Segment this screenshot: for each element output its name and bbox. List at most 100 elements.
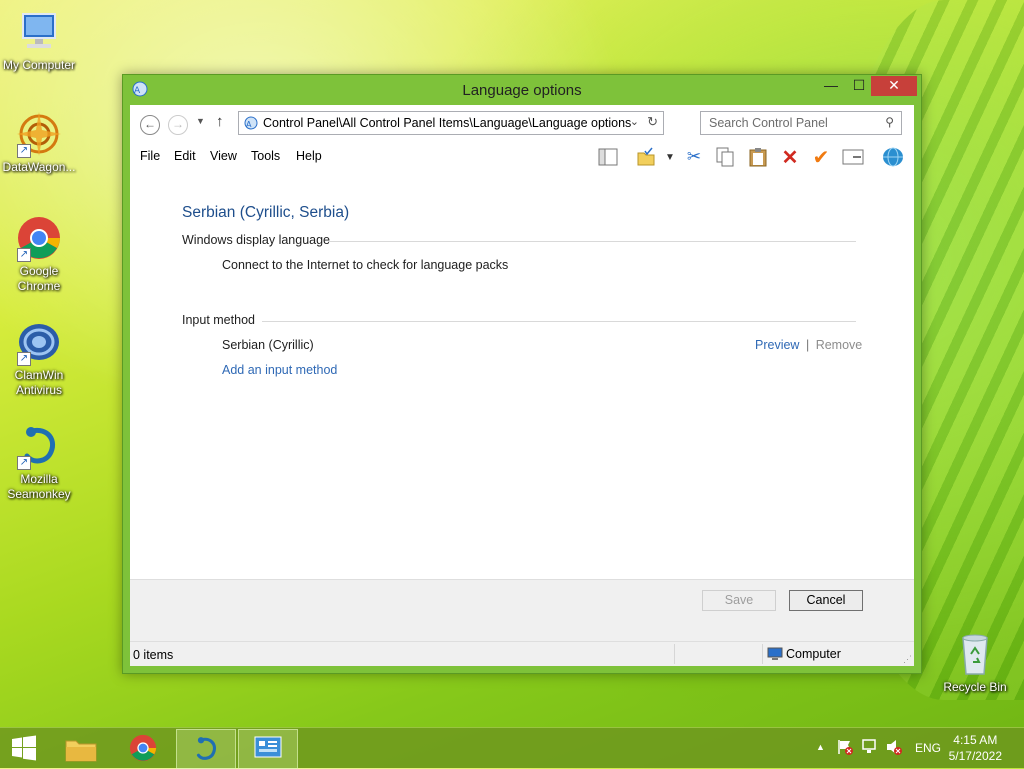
up-button[interactable]: ↑ [216,113,224,130]
seamonkey-icon: ↗ [15,422,63,470]
shortcut-arrow-icon: ↗ [17,456,31,470]
folder-icon [65,740,97,762]
address-dropdown-chevron-icon[interactable]: ⌄ [630,115,639,128]
search-icon[interactable]: ⚲ [885,115,894,129]
taskbar-seamonkey[interactable] [176,729,236,769]
seamonkey-icon [196,737,216,760]
layout-pane-icon[interactable] [596,146,620,168]
computer-icon [15,8,63,56]
status-divider [674,644,675,664]
language-title: Serbian (Cyrillic, Serbia) [182,204,350,221]
menu-tools[interactable]: Tools [251,149,280,163]
start-button[interactable] [0,729,48,767]
menu-bar: File Edit View Tools Help ▼ ✂ ✕ ✔ [130,141,914,172]
taskbar-control-panel[interactable] [238,729,298,769]
clamwin-icon: ↗ [15,318,63,366]
action-center-flag-icon[interactable] [836,738,854,759]
desktop-icon-datawagon[interactable]: ↗ DataWagon... [0,110,78,175]
window-client: ← → ▼ ↑ A Control Panel\All Control Pane… [130,105,914,666]
address-path: Control Panel\All Control Panel Items\La… [263,116,632,130]
minimize-button[interactable]: — [817,76,845,96]
desktop-icon-recycle-bin[interactable]: Recycle Bin [936,630,1014,695]
chrome-icon: ↗ [15,214,63,262]
recycle-bin-icon [951,630,999,678]
desktop-icon-label: Google Chrome [17,264,61,293]
address-row: ← → ▼ ↑ A Control Panel\All Control Pane… [130,105,914,141]
folder-check-icon[interactable] [634,146,658,168]
menu-edit[interactable]: Edit [174,149,196,163]
status-location: Computer [786,647,841,661]
input-method-actions: Preview | Remove [755,338,862,352]
desktop-icon-my-computer[interactable]: My Computer [0,8,78,73]
item-count: 0 items [133,648,174,662]
clock-date: 5/17/2022 [948,749,1002,763]
windows-logo-icon [12,735,36,761]
menu-file[interactable]: File [140,149,160,163]
language-options-window: A Language options — ☐ ✕ ← → ▼ ↑ A Contr… [122,74,922,674]
window-title: Language options [462,82,582,99]
shortcut-arrow-icon: ↗ [17,248,31,262]
system-clock[interactable]: 4:15 AM 5/17/2022 [949,732,1002,764]
status-bar: 0 items Computer ⋰ [130,641,914,666]
section-heading: Windows display language [182,233,331,247]
control-panel-icon [254,736,282,758]
globe-icon[interactable] [881,146,905,168]
button-bar: Save Cancel [130,579,914,642]
shortcut-arrow-icon: ↗ [17,144,31,158]
forward-button[interactable]: → [168,115,188,135]
volume-muted-icon[interactable] [885,738,903,759]
desktop-icon-seamonkey[interactable]: ↗ Mozilla Seamonkey [0,422,78,502]
desktop-icon-label: ClamWin Antivirus [14,368,64,397]
control-panel-icon: A [243,115,259,134]
resize-grip-icon[interactable]: ⋰ [903,654,912,665]
remove-link[interactable]: Remove [816,338,863,352]
recent-locations-chevron-icon[interactable]: ▼ [196,116,205,126]
taskbar-file-explorer[interactable] [52,729,110,767]
desktop-icon-clamwin[interactable]: ↗ ClamWin Antivirus [0,318,78,398]
desktop-icon-label: DataWagon... [2,160,76,174]
status-divider [762,644,763,664]
input-language-indicator[interactable]: ENG [915,741,941,755]
show-hidden-icons-chevron-icon[interactable]: ▲ [816,742,825,752]
search-box[interactable]: Search Control Panel ⚲ [700,111,902,135]
delete-icon[interactable]: ✕ [778,146,802,169]
address-bar[interactable]: A Control Panel\All Control Panel Items\… [238,111,664,135]
computer-small-icon [767,647,783,664]
search-placeholder: Search Control Panel [709,116,828,130]
taskbar: ▲ ENG 4:15 AM 5/17/2022 [0,727,1024,769]
display-language-section: Windows display language [182,233,856,247]
menu-help[interactable]: Help [296,149,322,163]
menu-view[interactable]: View [210,149,237,163]
section-heading: Input method [182,313,255,327]
datawagon-icon: ↗ [15,110,63,158]
desktop-icon-label: My Computer [2,58,76,72]
desktop-icon-label: Mozilla Seamonkey [7,472,71,501]
chrome-icon [129,734,157,762]
maximize-button[interactable]: ☐ [845,76,873,96]
display-language-status: Connect to the Internet to check for lan… [222,258,509,272]
close-button[interactable]: ✕ [871,76,917,96]
clock-time: 4:15 AM [953,733,998,747]
input-method-section: Input method [182,313,856,327]
add-input-method-link[interactable]: Add an input method [222,363,337,377]
desktop-icon-google-chrome[interactable]: ↗ Google Chrome [0,214,78,294]
section-divider [328,241,856,242]
copy-icon[interactable] [713,146,737,168]
preview-link[interactable]: Preview [755,338,799,352]
checkmark-icon[interactable]: ✔ [809,146,833,169]
desktop-icon-label: Recycle Bin [943,680,1007,694]
cancel-button[interactable]: Cancel [789,590,863,611]
properties-icon[interactable] [841,146,865,168]
paste-icon[interactable] [746,146,770,168]
section-divider [262,321,856,322]
cut-icon[interactable]: ✂ [682,146,706,168]
back-button[interactable]: ← [140,115,160,135]
network-icon[interactable] [861,738,879,759]
refresh-icon[interactable]: ↻ [647,114,658,130]
view-dropdown-chevron-icon[interactable]: ▼ [658,146,682,168]
input-method-name: Serbian (Cyrillic) [222,338,314,352]
title-bar[interactable]: A Language options — ☐ ✕ [123,75,921,105]
taskbar-chrome[interactable] [114,729,172,767]
save-button[interactable]: Save [702,590,776,611]
language-options-content: Serbian (Cyrillic, Serbia) Windows displ… [130,171,914,576]
